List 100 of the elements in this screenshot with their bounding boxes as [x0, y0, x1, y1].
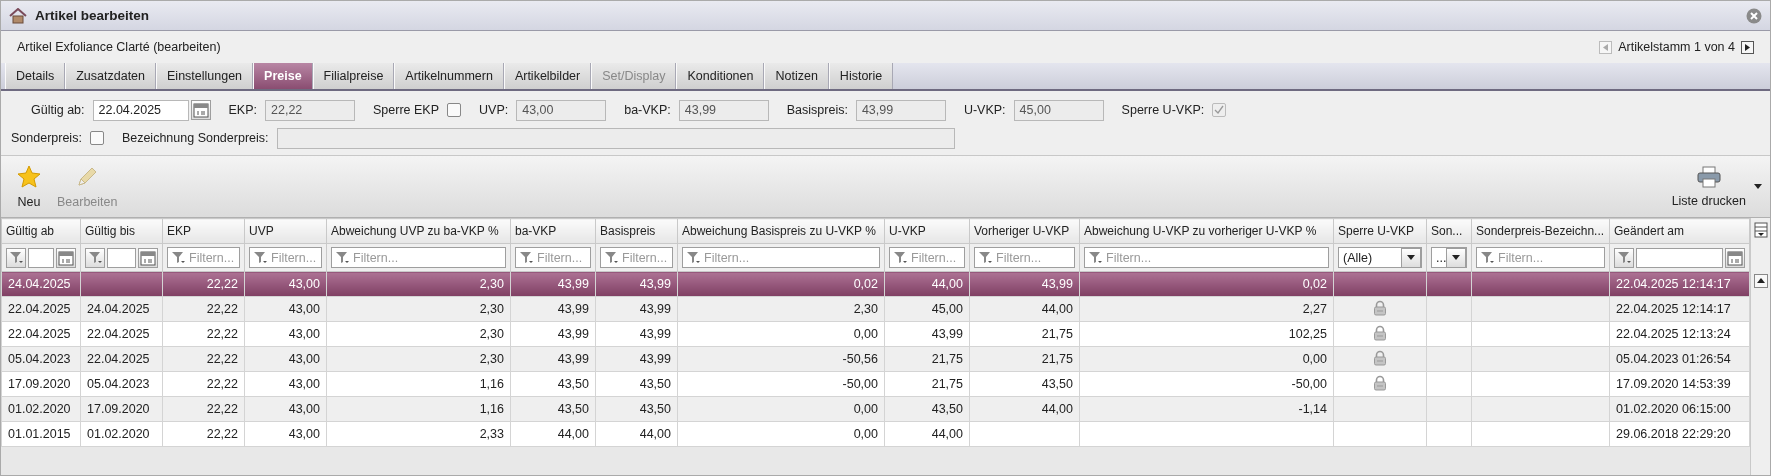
checkbox[interactable] [447, 103, 462, 117]
table-cell: 22,22 [162, 346, 245, 372]
input-field[interactable]: 43,00 [516, 99, 607, 121]
column-header[interactable]: Abweichung UVP zu ba-VKP % [326, 218, 511, 244]
tab[interactable]: Artikelbilder [503, 63, 592, 89]
filter-dropdown[interactable]: (Alle) [1338, 247, 1422, 268]
tab[interactable]: Notizen [764, 63, 829, 89]
table-cell: 2,30 [326, 321, 511, 347]
table-cell: 22.04.2025 [1, 321, 81, 347]
filter-dropdown[interactable]: ... [1431, 247, 1467, 268]
tab[interactable]: Historie [828, 63, 894, 89]
column-header[interactable]: Sperre U-VKP [1333, 218, 1427, 244]
table-cell: 24.04.2025 [1, 271, 81, 297]
table-cell: 43,50 [884, 396, 970, 422]
table-cell: 05.04.2023 [80, 371, 163, 397]
table-cell: 22,22 [162, 271, 245, 297]
house-icon [9, 7, 27, 24]
table-cell: 2,30 [326, 271, 511, 297]
table-cell: -50,00 [677, 371, 885, 397]
tab[interactable]: Konditionen [676, 63, 765, 89]
tab[interactable]: Filialpreise [312, 63, 395, 89]
table-cell: 21,75 [969, 321, 1080, 347]
table-cell: 0,00 [677, 421, 885, 447]
tab[interactable]: Artikelnummern [394, 63, 504, 89]
column-header[interactable]: Sonderpreis-Bezeichn... [1471, 218, 1610, 244]
table-cell: 21,75 [884, 346, 970, 372]
table-cell: 01.02.2020 06:15:00 [1609, 396, 1750, 422]
column-chooser-icon[interactable] [1753, 222, 1768, 238]
input-field[interactable]: 43,99 [855, 99, 946, 121]
caret-icon [1452, 255, 1461, 260]
table-cell: 44,00 [884, 271, 970, 297]
scroll-up-icon[interactable] [1753, 274, 1768, 288]
date-filter-field[interactable] [28, 247, 54, 268]
tab[interactable]: Preise [253, 63, 313, 89]
tab[interactable]: Zusatzdaten [65, 63, 156, 89]
filter-button[interactable] [1614, 247, 1634, 268]
table-cell: 0,00 [677, 321, 885, 347]
filter-icon [1088, 251, 1102, 264]
input-field[interactable]: 22,22 [265, 99, 355, 121]
tab[interactable]: Einstellungen [156, 63, 254, 89]
table-cell: 22.04.2025 12:14:17 [1609, 271, 1750, 297]
lock-icon [1373, 324, 1387, 341]
table-cell: 2,30 [326, 296, 511, 322]
table-cell: 17.09.2020 14:53:39 [1609, 371, 1750, 397]
filter-icon [1617, 251, 1631, 264]
print-button[interactable]: Liste drucken [1663, 163, 1754, 210]
table-cell: 45,00 [884, 296, 970, 322]
table-cell: 0,00 [1079, 346, 1334, 372]
toolbar-button[interactable]: Neu [9, 162, 49, 211]
right-arrow-icon [1745, 43, 1750, 51]
lock-icon [1373, 349, 1387, 366]
table-cell: 43,99 [595, 271, 678, 297]
table-cell: 22.04.2025 [80, 346, 163, 372]
column-header[interactable]: Geändert am [1609, 218, 1750, 244]
date-filter-field[interactable] [107, 247, 136, 268]
table-cell: 22,22 [162, 421, 245, 447]
table-cell: 43,99 [884, 321, 970, 347]
close-icon[interactable] [1746, 7, 1762, 24]
filter-icon [519, 251, 533, 264]
tab[interactable]: Details [5, 63, 66, 89]
column-header[interactable]: Abweichung Basispreis zu U-VKP % [677, 218, 885, 244]
table-cell: 44,00 [969, 396, 1080, 422]
table-cell: 43,50 [510, 371, 596, 397]
filter-icon [253, 251, 267, 264]
column-header[interactable]: Gültig bis [80, 218, 163, 244]
date-field[interactable]: 22.04.2025 [92, 99, 189, 121]
table-cell: 43,50 [969, 371, 1080, 397]
filter-icon [171, 251, 185, 264]
column-header[interactable]: U-VKP [884, 218, 970, 244]
next-button[interactable] [1741, 40, 1754, 54]
table-cell: 2,30 [326, 346, 511, 372]
column-header[interactable]: Gültig ab [1, 218, 81, 244]
input-field[interactable]: 43,99 [678, 99, 769, 121]
table-cell: 22,22 [162, 371, 245, 397]
column-header[interactable]: Vorheriger U-VKP [969, 218, 1080, 244]
input-field[interactable]: 45,00 [1013, 99, 1104, 121]
date-filter-field[interactable] [1636, 247, 1723, 268]
table-cell: 2,27 [1079, 296, 1334, 322]
table-cell: 43,50 [510, 396, 596, 422]
table-cell: 01.02.2020 [1, 396, 81, 422]
checkbox[interactable] [89, 131, 104, 145]
table-cell: 0,00 [677, 396, 885, 422]
column-header[interactable]: Son... [1426, 218, 1472, 244]
table-cell: 2,30 [677, 296, 885, 322]
column-header[interactable]: UVP [244, 218, 327, 244]
filter-button[interactable] [85, 247, 105, 268]
record-title: Artikel Exfoliance Clarté (bearbeiten) [17, 40, 222, 54]
table-cell: 43,99 [510, 321, 596, 347]
column-header[interactable]: ba-VKP [510, 218, 596, 244]
input-field[interactable] [276, 127, 955, 149]
column-header[interactable]: Basispreis [595, 218, 678, 244]
column-header[interactable]: EKP [162, 218, 245, 244]
column-header[interactable]: Abweichung U-VKP zu vorheriger U-VKP % [1079, 218, 1334, 244]
table-cell: 43,99 [969, 271, 1080, 297]
scrollbar[interactable] [1750, 218, 1770, 475]
table-cell: 44,00 [510, 421, 596, 447]
table-cell: 44,00 [595, 421, 678, 447]
filter-button[interactable] [6, 247, 26, 268]
table-cell: 21,75 [969, 346, 1080, 372]
table-cell: 22.04.2025 [1, 296, 81, 322]
